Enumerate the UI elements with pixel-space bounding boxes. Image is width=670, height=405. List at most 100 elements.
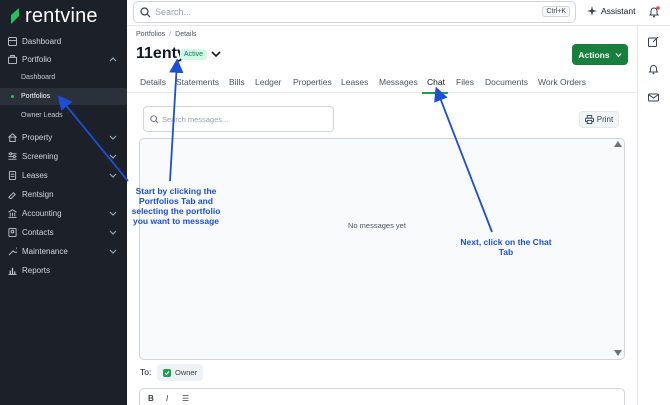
sidebar-item-label: Property	[22, 132, 53, 142]
actions-label: Actions	[578, 49, 610, 60]
breadcrumb-separator: /	[169, 31, 172, 38]
chevron-down-icon	[109, 135, 117, 140]
chart-icon	[8, 267, 17, 275]
chevron-down-icon	[615, 52, 622, 57]
sidebar-item-label: Accounting	[22, 208, 62, 218]
sidebar-subitem-portfolios[interactable]: Portfolios	[0, 88, 127, 105]
active-indicator	[11, 95, 14, 98]
sidebar-item-accounting[interactable]: Accounting	[0, 204, 127, 222]
chevron-down-icon[interactable]	[211, 50, 221, 58]
sidebar-item-screening[interactable]: Screening	[0, 147, 127, 165]
page-title: 11enty	[136, 45, 186, 62]
breadcrumb-current: Details	[175, 31, 197, 38]
sidebar-item-portfolio[interactable]: Portfolio	[0, 50, 127, 68]
search-shortcut: Ctrl+K	[542, 6, 570, 17]
sidebar-item-property[interactable]: Property	[0, 128, 127, 146]
assistant-label: Assistant	[601, 6, 636, 16]
sidebar-item-label: Screening	[22, 151, 59, 161]
printer-icon	[584, 115, 594, 124]
search-icon	[150, 114, 159, 124]
breadcrumb-portfolios[interactable]: Portfolios	[136, 31, 165, 38]
checkbox-checked-icon	[163, 368, 171, 377]
bell-icon[interactable]	[648, 64, 659, 75]
sidebar-item-leases[interactable]: Leases	[0, 166, 127, 184]
contacts-icon	[8, 227, 17, 237]
chevron-down-icon	[109, 173, 117, 178]
list-button[interactable]: ☰	[182, 394, 189, 403]
active-tab-indicator	[422, 92, 448, 94]
print-label: Print	[596, 115, 614, 124]
app-logo[interactable]: rentvine	[9, 4, 98, 28]
sidebar-subitem-label: Portfolios	[21, 93, 51, 100]
sidebar-item-dashboard[interactable]: Dashboard	[0, 32, 127, 50]
rentvine-leaf-icon	[11, 8, 19, 24]
message-search-input[interactable]: Search messages...	[143, 106, 334, 132]
print-button[interactable]: Print	[579, 111, 619, 128]
message-editor[interactable]	[139, 388, 625, 405]
sidebar-item-contacts[interactable]: Contacts	[0, 223, 127, 241]
signature-icon	[8, 191, 16, 199]
external-link-icon[interactable]	[648, 36, 659, 47]
screening-icon	[8, 151, 17, 160]
global-search-input[interactable]: Search... Ctrl+K	[133, 1, 576, 23]
actions-button[interactable]: Actions	[572, 44, 628, 65]
tab-leases[interactable]: Leases	[341, 77, 368, 87]
sidebar-item-label: Rentsign	[22, 189, 54, 199]
briefcase-icon	[8, 54, 17, 64]
recipient-label: Owner	[175, 368, 198, 377]
tab-bar: Details Statements Bills Ledger Properti…	[127, 72, 637, 93]
to-label: To:	[140, 367, 152, 377]
bold-button[interactable]: B	[148, 394, 154, 403]
tab-messages[interactable]: Messages	[379, 77, 418, 87]
recipient-owner-toggle[interactable]: Owner	[157, 364, 204, 381]
sparkle-icon	[587, 6, 597, 16]
tab-documents[interactable]: Documents	[485, 77, 528, 87]
tab-ledger[interactable]: Ledger	[255, 77, 281, 87]
sidebar-item-rentsign[interactable]: Rentsign	[0, 185, 127, 203]
tab-properties[interactable]: Properties	[293, 77, 332, 87]
chevron-down-icon	[109, 230, 117, 235]
document-icon	[8, 170, 17, 180]
mail-icon[interactable]	[648, 92, 659, 103]
chevron-down-icon	[109, 211, 117, 216]
annotation-step-1: Start by clicking the Portfolios Tab and…	[131, 186, 221, 226]
bank-icon	[8, 208, 17, 218]
chevron-down-icon	[109, 154, 117, 159]
italic-button[interactable]: I	[166, 394, 168, 403]
annotation-step-2: Next, click on the Chat Tab	[460, 237, 552, 257]
search-placeholder: Search...	[155, 7, 192, 17]
status-badge: Active	[180, 49, 208, 60]
sidebar-item-label: Dashboard	[22, 36, 62, 46]
tab-statements[interactable]: Statements	[176, 77, 219, 87]
sidebar-item-label: Contacts	[22, 227, 54, 237]
sidebar-subitem-label: Dashboard	[21, 74, 56, 81]
logo-text: rentvine	[25, 4, 98, 27]
message-search-placeholder: Search messages...	[162, 114, 229, 124]
home-icon	[8, 132, 17, 142]
chevron-down-icon	[109, 249, 117, 254]
sidebar-item-label: Portfolio	[22, 54, 52, 64]
assistant-button[interactable]: Assistant	[587, 6, 636, 16]
tab-work-orders[interactable]: Work Orders	[538, 77, 586, 87]
scroll-up-arrow[interactable]	[614, 141, 622, 147]
sidebar-subitem-dashboard[interactable]: Dashboard	[0, 69, 127, 86]
sidebar-item-label: Reports	[22, 265, 51, 275]
search-icon	[140, 6, 151, 17]
scroll-down-arrow[interactable]	[614, 350, 622, 356]
sidebar-subitem-label: Owner Leads	[21, 112, 63, 119]
tab-bills[interactable]: Bills	[229, 77, 245, 87]
right-rail	[637, 26, 670, 405]
tab-details[interactable]: Details	[140, 77, 166, 87]
tab-chat[interactable]: Chat	[427, 77, 445, 87]
sidebar-item-maintenance[interactable]: Maintenance	[0, 242, 127, 260]
sidebar-subitem-owner-leads[interactable]: Owner Leads	[0, 107, 127, 124]
sidebar: rentvine Dashboard Portfolio Dashboard P…	[0, 0, 127, 405]
grid-icon	[8, 36, 17, 46]
sidebar-item-label: Leases	[22, 170, 48, 180]
tab-files[interactable]: Files	[456, 77, 474, 87]
breadcrumb: Portfolios / Details	[136, 31, 197, 38]
wrench-icon	[8, 246, 17, 255]
notification-bell-icon[interactable]	[648, 6, 660, 18]
sidebar-item-reports[interactable]: Reports	[0, 261, 127, 279]
topbar-divider	[127, 25, 670, 26]
